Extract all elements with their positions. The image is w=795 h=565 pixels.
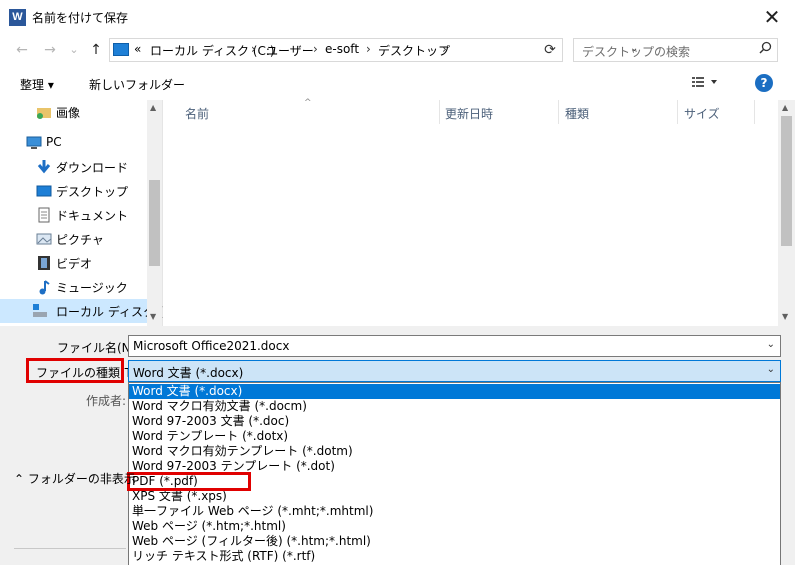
chevron-up-icon: ⌃: [14, 472, 25, 486]
sidebar-item-label: ドキュメント: [56, 209, 129, 223]
pc-icon: [113, 43, 129, 56]
new-folder-button[interactable]: 新しいフォルダー: [89, 76, 185, 93]
sidebar-item-pc[interactable]: PC: [0, 131, 147, 155]
music-icon: [36, 279, 52, 295]
title-bar: W 名前を付けて保存 ✕: [0, 0, 795, 34]
filetype-option[interactable]: リッチ テキスト形式 (RTF) (*.rtf): [129, 549, 780, 564]
filetype-option[interactable]: XPS 文書 (*.xps): [129, 489, 780, 504]
scroll-down-icon[interactable]: ▼: [782, 312, 788, 321]
sidebar-scrollbar[interactable]: ▲ ▼: [147, 100, 162, 326]
column-divider[interactable]: [677, 100, 678, 124]
breadcrumb-overflow[interactable]: «: [134, 42, 141, 56]
filetype-option[interactable]: Word 文書 (*.docx): [129, 384, 780, 399]
pictures-icon: [36, 231, 52, 247]
sidebar-item-label: 画像: [56, 106, 81, 120]
search-placeholder: デスクトップの検索: [582, 45, 691, 59]
column-header-name[interactable]: 名前: [185, 105, 209, 122]
breadcrumb-desktop[interactable]: デスクトップ: [378, 42, 450, 59]
sidebar-item-label: ミュージック: [56, 281, 128, 295]
column-header-modified[interactable]: 更新日時: [445, 105, 493, 122]
forward-arrow-icon[interactable]: →: [40, 40, 60, 60]
sidebar-item-music[interactable]: ミュージック: [0, 275, 147, 299]
organize-menu-button[interactable]: 整理 ▾: [20, 76, 54, 93]
sidebar-item-pictures-folder[interactable]: 画像: [0, 100, 147, 124]
address-bar[interactable]: « ローカル ディスク (C:) › ユーザー › e-soft › デスクトッ…: [109, 38, 638, 62]
hide-folders-label: フォルダーの非表示: [27, 472, 136, 486]
filetype-option[interactable]: Word テンプレート (*.dotx): [129, 429, 780, 444]
filename-value: Microsoft Office2021.docx: [133, 339, 290, 353]
filetype-option[interactable]: Word 97-2003 文書 (*.doc): [129, 414, 780, 429]
sidebar-item-label: ピクチャ: [56, 233, 104, 247]
scroll-up-icon[interactable]: ▲: [150, 103, 156, 112]
breadcrumb-separator[interactable]: ›: [366, 42, 371, 56]
sidebar-item-label: デスクトップ: [56, 185, 129, 199]
pictures-folder-icon: [36, 104, 52, 120]
pc-icon: [26, 135, 42, 151]
command-bar: 整理 ▾ 新しいフォルダー ?: [0, 66, 795, 100]
sidebar-item-pictures[interactable]: ピクチャ: [0, 227, 147, 251]
highlight-box-filetype-label: [26, 358, 124, 383]
drive-icon: [32, 303, 48, 319]
sidebar-item-label: ダウンロード: [56, 161, 129, 175]
filetype-option[interactable]: Word マクロ有効文書 (*.docm): [129, 399, 780, 414]
back-arrow-icon[interactable]: ←: [12, 40, 32, 60]
video-icon: [36, 255, 52, 271]
breadcrumb-local-disk[interactable]: ローカル ディスク (C:): [150, 42, 275, 59]
column-divider[interactable]: [439, 100, 440, 124]
author-label: 作成者:: [86, 394, 127, 408]
download-icon: [36, 159, 52, 175]
sidebar-item-label: ビデオ: [56, 257, 93, 271]
sidebar-item-downloads[interactable]: ダウンロード: [0, 155, 147, 179]
filetype-option[interactable]: Web ページ (フィルター後) (*.htm;*.html): [129, 534, 780, 549]
help-icon[interactable]: ?: [755, 74, 773, 92]
chevron-down-icon[interactable]: ⌄: [767, 364, 775, 375]
scrollbar-thumb[interactable]: [149, 180, 160, 266]
documents-icon: [36, 207, 52, 223]
view-options-icon[interactable]: [692, 76, 717, 88]
save-as-dialog: W 名前を付けて保存 ✕ ← → ⌄ ↑ « ローカル ディスク (C:) › …: [0, 0, 795, 565]
breadcrumb-separator[interactable]: ›: [313, 42, 318, 56]
refresh-icon[interactable]: ⟳: [539, 39, 561, 61]
filetype-option[interactable]: Word マクロ有効テンプレート (*.dotm): [129, 444, 780, 459]
column-divider[interactable]: [754, 100, 755, 124]
sort-caret-icon: ^: [304, 98, 312, 108]
close-button[interactable]: ✕: [749, 0, 795, 34]
scrollbar-thumb[interactable]: [781, 116, 792, 246]
desktop-icon: [36, 183, 52, 199]
search-icon: [759, 41, 772, 58]
search-box[interactable]: デスクトップの検索: [573, 38, 778, 62]
up-arrow-icon[interactable]: ↑: [86, 40, 106, 60]
breadcrumb-e-soft[interactable]: e-soft: [325, 42, 359, 56]
sidebar-item-documents[interactable]: ドキュメント: [0, 203, 147, 227]
recent-locations-chevron-icon[interactable]: ⌄: [64, 40, 84, 60]
sidebar-item-local-disk[interactable]: ローカル ディスク (C:: [0, 299, 176, 323]
sidebar-item-videos[interactable]: ビデオ: [0, 251, 147, 275]
breadcrumb-separator[interactable]: ›: [442, 42, 447, 56]
filename-input[interactable]: Microsoft Office2021.docx ⌄: [128, 335, 781, 357]
navigation-bar: ← → ⌄ ↑ « ローカル ディスク (C:) › ユーザー › e-soft…: [0, 34, 795, 66]
filetype-value: Word 文書 (*.docx): [133, 366, 244, 380]
scroll-up-icon[interactable]: ▲: [782, 103, 788, 112]
file-list-scrollbar[interactable]: ▲ ▼: [778, 100, 795, 326]
sidebar-item-label: PC: [46, 135, 62, 149]
hide-folders-toggle[interactable]: ⌃ フォルダーの非表示: [14, 470, 136, 487]
column-header-size[interactable]: サイズ: [684, 105, 720, 122]
filetype-select[interactable]: Word 文書 (*.docx) ⌄: [128, 360, 781, 382]
navigation-pane: 画像 PC ダウンロード デスクトップ ドキュメント ピクチャ ビデオ ミュージ…: [0, 100, 176, 326]
sidebar-item-desktop[interactable]: デスクトップ: [0, 179, 147, 203]
word-app-icon: W: [9, 9, 26, 26]
file-list[interactable]: ^ 名前 更新日時 種類 サイズ ▲ ▼: [164, 98, 795, 326]
breadcrumb-users[interactable]: ユーザー: [266, 42, 314, 59]
scroll-down-icon[interactable]: ▼: [150, 312, 156, 321]
filetype-option[interactable]: Web ページ (*.htm;*.html): [129, 519, 780, 534]
column-divider[interactable]: [558, 100, 559, 124]
breadcrumb-separator[interactable]: ›: [251, 42, 256, 56]
column-header-type[interactable]: 種類: [565, 105, 589, 122]
filetype-option[interactable]: 単一ファイル Web ページ (*.mht;*.mhtml): [129, 504, 780, 519]
chevron-down-icon[interactable]: ⌄: [767, 339, 775, 350]
highlight-box-pdf-option: [127, 472, 251, 491]
divider: [14, 548, 126, 549]
window-title: 名前を付けて保存: [32, 11, 129, 25]
